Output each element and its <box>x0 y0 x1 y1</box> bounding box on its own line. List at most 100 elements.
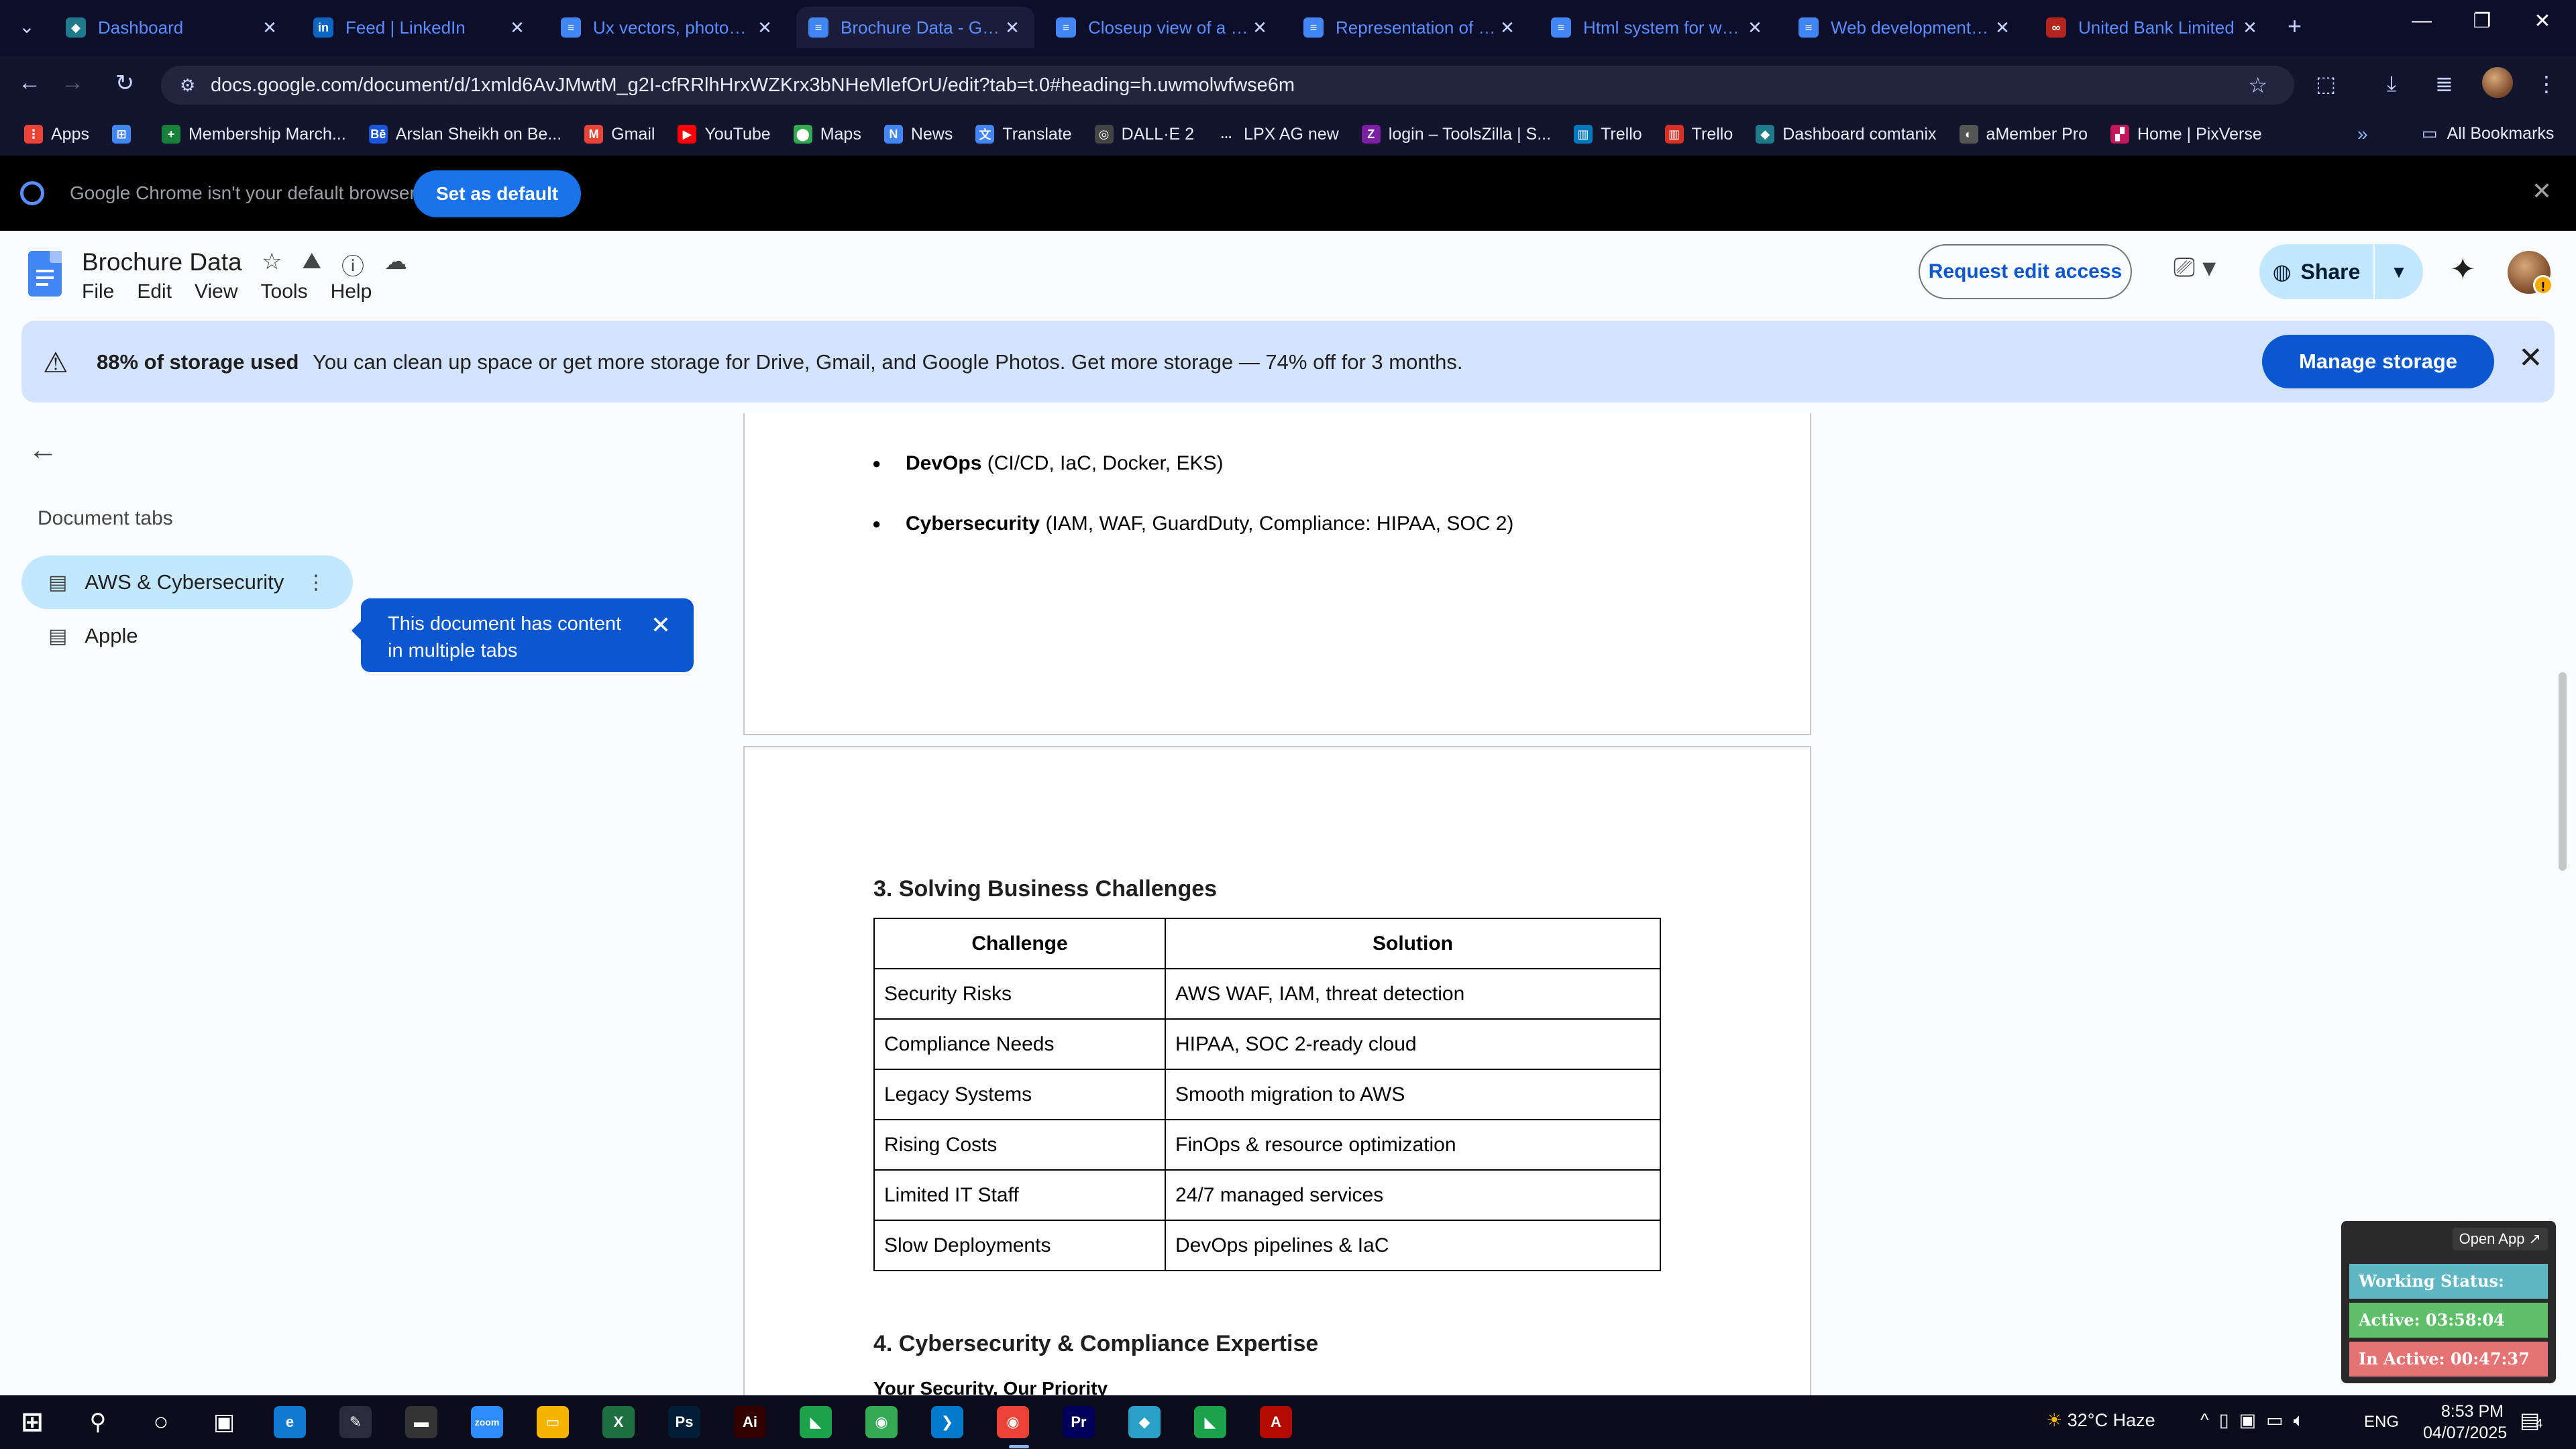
infobar-close-icon[interactable]: ✕ <box>2532 177 2552 205</box>
bookmark-item[interactable]: 文 Translate <box>975 125 1072 144</box>
set-as-default-button[interactable]: Set as default <box>413 170 582 217</box>
network-icon[interactable]: ▭ <box>2266 1410 2284 1430</box>
notifications-icon[interactable]: ▤4 <box>2520 1407 2542 1433</box>
manage-storage-button[interactable]: Manage storage <box>2262 335 2494 388</box>
windows-start-icon[interactable]: ⊞ <box>16 1406 48 1438</box>
meet-now-icon[interactable]: ▣ <box>2239 1410 2257 1430</box>
bookmark-item[interactable]: ▞ Home | PixVerse <box>2110 125 2262 144</box>
forward-button[interactable]: → <box>58 70 87 96</box>
taskbar-app-pen-icon[interactable]: ✎ <box>339 1406 372 1438</box>
bookmark-item[interactable]: ◆ Dashboard comtanix <box>1756 125 1937 144</box>
vertical-scrollbar[interactable] <box>2559 672 2567 871</box>
tab-close-icon[interactable]: ✕ <box>1497 17 1517 38</box>
new-tab-button[interactable]: + <box>2288 12 2302 40</box>
browser-tab[interactable]: ≡ Representation of user ✕ <box>1291 7 1529 48</box>
taskbar-app-acrobat-icon[interactable]: A <box>1260 1406 1292 1438</box>
menu-view[interactable]: View <box>195 280 237 303</box>
taskbar-app-premiere-icon[interactable]: Pr <box>1063 1406 1095 1438</box>
show-hidden-icons-chevron-icon[interactable]: ^ <box>2200 1410 2209 1430</box>
tab-search-chevron-icon[interactable]: ⌄ <box>12 12 42 42</box>
tab-close-icon[interactable]: ✕ <box>507 17 527 38</box>
volume-icon[interactable]: 🔈︎ <box>2294 1410 2304 1430</box>
downloads-icon[interactable]: ⤓ <box>2387 71 2396 97</box>
taskbar-app-app-green2-icon[interactable]: ◣ <box>1194 1406 1226 1438</box>
menu-tools[interactable]: Tools <box>261 280 308 303</box>
taskbar-app-explorer-icon[interactable]: ▭ <box>537 1406 569 1438</box>
bookmark-item[interactable]: ◎ DALL·E 2 <box>1094 125 1194 144</box>
extension-icon[interactable]: ⬚ <box>2316 71 2336 97</box>
browser-tab[interactable]: ≡ Html system for website✕ <box>1539 7 1777 48</box>
tab-close-icon[interactable]: ✕ <box>1992 17 2012 38</box>
menu-edit[interactable]: Edit <box>137 280 172 303</box>
browser-tab[interactable]: ≡ Brochure Data - Google Docs✕ <box>796 7 1034 48</box>
bookmark-item[interactable]: … LPX AG new <box>1217 125 1339 144</box>
taskbar-app-chrome-icon[interactable]: ◉ <box>865 1406 898 1438</box>
bookmark-item[interactable]: M Gmail <box>584 125 655 144</box>
tab-options-icon[interactable]: ⋮ <box>306 571 326 594</box>
system-clock[interactable]: 8:53 PM 04/07/2025 <box>2423 1401 2507 1444</box>
collapse-chevron-icon[interactable]: ‹ <box>2561 1343 2567 1364</box>
task-view-icon[interactable]: ▣ <box>208 1406 240 1438</box>
profile-avatar[interactable] <box>2482 67 2513 98</box>
media-control-icon[interactable]: ≣ <box>2435 71 2453 97</box>
hide-outline-back-icon[interactable]: ← <box>28 433 58 467</box>
bookmark-item[interactable]: ▶ YouTube <box>678 125 771 144</box>
bookmark-item[interactable]: Bē Arslan Sheikh on Be... <box>368 125 561 144</box>
tooltip-close-icon[interactable]: ✕ <box>651 612 671 639</box>
minimize-button[interactable]: — <box>2402 9 2442 32</box>
taskbar-app-illustrator-icon[interactable]: Ai <box>734 1406 766 1438</box>
browser-tab[interactable]: ∞ United Bank Limited ✕ <box>2034 7 2272 48</box>
tab-close-icon[interactable]: ✕ <box>260 17 280 38</box>
reload-button[interactable]: ↻ <box>110 70 140 97</box>
browser-tab[interactable]: ≡ Ux vectors, photos and PSD files✕ <box>549 7 787 48</box>
meet-video-icon[interactable]: ⎚ ▾ <box>2174 252 2216 283</box>
menu-file[interactable]: File <box>82 280 114 303</box>
site-info-icon[interactable]: ⚙ <box>180 75 195 96</box>
document-page[interactable]: DevOps (CI/CD, IaC, Docker, EKS) Cyberse… <box>743 413 1811 735</box>
browser-tab[interactable]: ≡ Web development company✕ <box>1786 7 2025 48</box>
star-icon[interactable]: ☆ <box>262 248 282 281</box>
document-title[interactable]: Brochure Data <box>82 248 242 276</box>
document-page[interactable]: 3. Solving Business Challenges Challenge… <box>743 746 1811 1395</box>
storage-banner-close-icon[interactable]: ✕ <box>2518 341 2543 375</box>
bookmark-item[interactable]: N News <box>883 125 953 144</box>
request-edit-access-button[interactable]: Request edit access <box>1919 244 2132 299</box>
details-info-icon[interactable]: ⓘ <box>341 248 364 281</box>
close-window-button[interactable]: ✕ <box>2522 9 2563 33</box>
gemini-sparkle-icon[interactable]: ✦ <box>2450 251 2476 287</box>
doc-tab-aws-cybersecurity[interactable]: ▤ AWS & Cybersecurity ⋮ <box>21 555 353 609</box>
doc-tab-apple[interactable]: ▤ Apple <box>21 609 353 663</box>
taskbar-app-vscode-icon[interactable]: ❯ <box>931 1406 963 1438</box>
back-button[interactable]: ← <box>15 70 44 96</box>
restore-button[interactable]: ❐ <box>2462 9 2502 33</box>
tab-close-icon[interactable]: ✕ <box>1250 17 1270 38</box>
bookmark-item[interactable]: ⬤ Maps <box>793 125 861 144</box>
cloud-saved-icon[interactable]: ☁ <box>384 248 407 281</box>
bookmark-item[interactable]: ◐ aMember Pro <box>1959 125 2088 144</box>
all-bookmarks-button[interactable]: ▭ All Bookmarks <box>2422 123 2554 144</box>
tray-icons[interactable]: ^ ▯ ▣ ▭ 🔈︎ <box>2200 1410 2304 1432</box>
search-icon[interactable]: ⚲ <box>82 1406 114 1438</box>
tab-close-icon[interactable]: ✕ <box>2240 17 2260 38</box>
bookmark-item[interactable]: + Membership March... <box>161 125 346 144</box>
language-indicator[interactable]: ENG <box>2364 1413 2399 1432</box>
bookmark-item[interactable]: ⋮ Apps <box>24 125 89 144</box>
move-to-drive-icon[interactable]: ⛰ <box>302 248 321 281</box>
taskbar-app-photoshop-icon[interactable]: Ps <box>668 1406 700 1438</box>
bookmark-item[interactable]: ▥ Trello <box>1664 125 1733 144</box>
tab-close-icon[interactable]: ✕ <box>1002 17 1022 38</box>
taskbar-app-terminal-icon[interactable]: ▬ <box>405 1406 437 1438</box>
taskbar-app-excel-icon[interactable]: X <box>602 1406 635 1438</box>
open-app-button[interactable]: Open App ↗ <box>2452 1228 2548 1250</box>
share-dropdown-icon[interactable]: ▼ <box>2375 262 2423 282</box>
taskbar-app-zoom-icon[interactable]: zoom <box>471 1406 503 1438</box>
menu-help[interactable]: Help <box>331 280 372 303</box>
bookmark-item[interactable]: Zlogin – ToolsZilla | S... <box>1361 125 1551 144</box>
more-bookmarks-chevron-icon[interactable]: » <box>2357 123 2368 145</box>
browser-tab[interactable]: ◆ Dashboard ✕ <box>54 7 292 48</box>
browser-tab[interactable]: in Feed | LinkedIn ✕ <box>301 7 539 48</box>
docs-logo-icon[interactable] <box>28 251 62 297</box>
bookmark-item[interactable]: ⊞ <box>111 125 139 144</box>
taskbar-app-chrome-active-icon[interactable]: ◉ <box>997 1406 1029 1438</box>
tab-close-icon[interactable]: ✕ <box>755 17 775 38</box>
